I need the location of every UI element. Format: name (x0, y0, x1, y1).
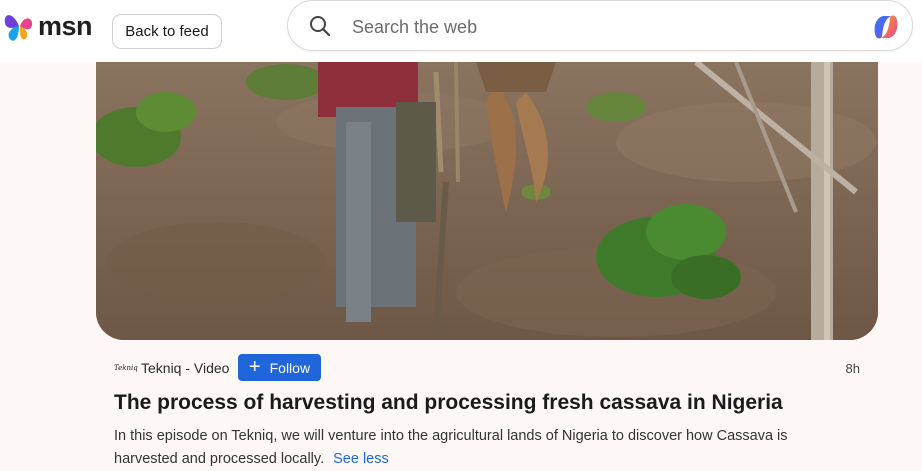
article-meta-row: Tekniq Tekniq - Video + Follow 8h (114, 354, 864, 382)
published-time: 8h (845, 361, 860, 376)
follow-button[interactable]: + Follow (238, 354, 321, 381)
search-input[interactable] (350, 9, 834, 45)
plus-icon: + (248, 355, 261, 378)
video-frame-cassava-harvest (96, 62, 878, 340)
top-bar: msn Back to feed (0, 0, 922, 62)
description-text: In this episode on Tekniq, we will ventu… (114, 428, 788, 467)
msn-butterfly-logo-icon (4, 15, 33, 41)
copilot-icon[interactable] (869, 10, 903, 44)
source-logo[interactable]: Tekniq (114, 362, 138, 374)
see-less-link[interactable]: See less (333, 451, 389, 467)
article-description: In this episode on Tekniq, we will ventu… (114, 425, 854, 471)
page: msn Back to feed Search the web Tekniq T… (0, 0, 922, 471)
back-to-feed-button[interactable]: Back to feed (112, 14, 222, 49)
search-box[interactable] (287, 0, 913, 51)
article-title: The process of harvesting and processing… (114, 391, 783, 414)
msn-logo[interactable]: msn (3, 9, 93, 43)
follow-label: Follow (269, 359, 311, 376)
msn-logo-text: msn (38, 10, 93, 41)
search-icon[interactable] (309, 15, 331, 37)
video-player[interactable] (96, 62, 878, 340)
source-label[interactable]: Tekniq - Video (141, 360, 229, 376)
